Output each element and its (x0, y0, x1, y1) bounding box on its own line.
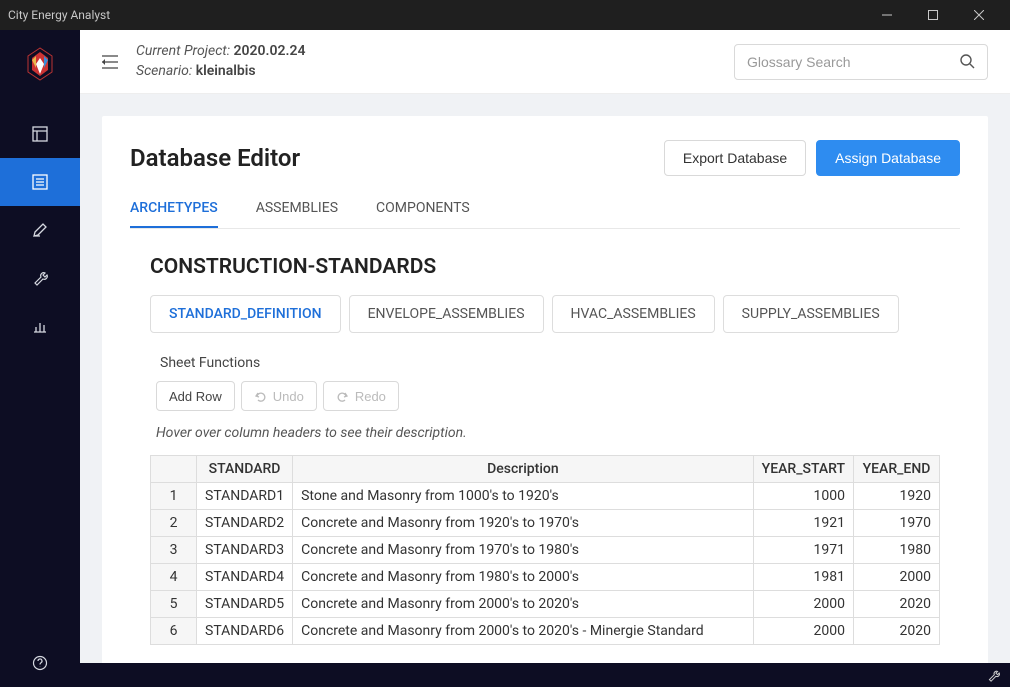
cell-year-start[interactable]: 1971 (753, 537, 853, 564)
cell-year-start[interactable]: 2000 (753, 618, 853, 645)
section-title: CONSTRUCTION-STANDARDS (150, 255, 940, 279)
col-year-end[interactable]: YEAR_END (854, 456, 940, 483)
search-icon (960, 54, 975, 69)
row-number: 6 (151, 618, 197, 645)
maximize-button[interactable] (910, 0, 956, 30)
collapse-sidebar-button[interactable] (102, 55, 118, 69)
page-title: Database Editor (130, 144, 654, 172)
standards-table: STANDARD Description YEAR_START YEAR_END… (150, 455, 940, 645)
table-row[interactable]: 1STANDARD1Stone and Masonry from 1000's … (151, 483, 940, 510)
pencil-icon (32, 222, 48, 238)
cell-description[interactable]: Concrete and Masonry from 1980's to 2000… (293, 564, 754, 591)
cell-description[interactable]: Concrete and Masonry from 2000's to 2020… (293, 618, 754, 645)
subtab-supply-assemblies[interactable]: SUPPLY_ASSEMBLIES (723, 295, 899, 333)
tab-archetypes[interactable]: ARCHETYPES (130, 190, 218, 228)
cell-year-end[interactable]: 2020 (854, 591, 940, 618)
table-row[interactable]: 5STANDARD5Concrete and Masonry from 2000… (151, 591, 940, 618)
glossary-search[interactable] (734, 44, 988, 80)
row-number: 3 (151, 537, 197, 564)
nav-item-help[interactable] (0, 639, 80, 687)
cell-standard[interactable]: STANDARD4 (197, 564, 293, 591)
nav-item-database[interactable] (0, 158, 80, 206)
menu-toggle-icon (102, 55, 118, 69)
cell-year-end[interactable]: 1970 (854, 510, 940, 537)
cell-standard[interactable]: STANDARD2 (197, 510, 293, 537)
subtab-envelope-assemblies[interactable]: ENVELOPE_ASSEMBLIES (349, 295, 544, 333)
cell-year-end[interactable]: 1980 (854, 537, 940, 564)
page-header: Current Project: 2020.02.24 Scenario: kl… (80, 30, 1010, 94)
nav-item-chart[interactable] (0, 302, 80, 350)
add-row-button[interactable]: Add Row (156, 381, 235, 411)
undo-button[interactable]: Undo (241, 381, 317, 411)
minimize-button[interactable] (864, 0, 910, 30)
scenario-label: Scenario: (136, 63, 196, 79)
col-rownum (151, 456, 197, 483)
nav-item-edit[interactable] (0, 206, 80, 254)
help-icon (32, 655, 48, 671)
row-number: 5 (151, 591, 197, 618)
titlebar: City Energy Analyst (0, 0, 1010, 30)
cell-standard[interactable]: STANDARD6 (197, 618, 293, 645)
cell-description[interactable]: Concrete and Masonry from 1970's to 1980… (293, 537, 754, 564)
assign-database-button[interactable]: Assign Database (816, 140, 960, 176)
undo-icon (254, 390, 267, 403)
tab-assemblies[interactable]: ASSEMBLIES (256, 190, 338, 228)
cell-description[interactable]: Concrete and Masonry from 2000's to 2020… (293, 591, 754, 618)
wrench-icon (32, 270, 48, 286)
layout-icon (32, 126, 48, 142)
table-row[interactable]: 4STANDARD4Concrete and Masonry from 1980… (151, 564, 940, 591)
content-area: Database Editor Export Database Assign D… (80, 94, 1010, 663)
sheet-functions-label: Sheet Functions (160, 355, 940, 371)
app-logo (20, 44, 60, 84)
subtab-standard-definition[interactable]: STANDARD_DEFINITION (150, 295, 341, 333)
redo-button[interactable]: Redo (323, 381, 399, 411)
table-row[interactable]: 6STANDARD6Concrete and Masonry from 2000… (151, 618, 940, 645)
cell-year-end[interactable]: 1920 (854, 483, 940, 510)
row-number: 4 (151, 564, 197, 591)
cell-year-end[interactable]: 2020 (854, 618, 940, 645)
cell-standard[interactable]: STANDARD3 (197, 537, 293, 564)
nav-item-tools[interactable] (0, 254, 80, 302)
wrench-status-icon[interactable] (987, 669, 1000, 682)
cell-description[interactable]: Stone and Masonry from 1000's to 1920's (293, 483, 754, 510)
redo-icon (336, 390, 349, 403)
cell-year-start[interactable]: 1981 (753, 564, 853, 591)
nav-item-dashboard[interactable] (0, 110, 80, 158)
cell-year-end[interactable]: 2000 (854, 564, 940, 591)
status-bar (80, 663, 1010, 687)
main-tabs: ARCHETYPES ASSEMBLIES COMPONENTS (130, 190, 960, 229)
window-title: City Energy Analyst (8, 8, 864, 22)
table-row[interactable]: 2STANDARD2Concrete and Masonry from 1920… (151, 510, 940, 537)
col-year-start[interactable]: YEAR_START (753, 456, 853, 483)
list-icon (32, 174, 48, 190)
subtab-hvac-assemblies[interactable]: HVAC_ASSEMBLIES (552, 295, 715, 333)
cell-standard[interactable]: STANDARD1 (197, 483, 293, 510)
cell-standard[interactable]: STANDARD5 (197, 591, 293, 618)
table-row[interactable]: 3STANDARD3Concrete and Masonry from 1970… (151, 537, 940, 564)
column-hint: Hover over column headers to see their d… (156, 425, 940, 441)
cell-year-start[interactable]: 1000 (753, 483, 853, 510)
col-description[interactable]: Description (293, 456, 754, 483)
cell-year-start[interactable]: 1921 (753, 510, 853, 537)
sub-tabs: STANDARD_DEFINITION ENVELOPE_ASSEMBLIES … (150, 295, 940, 333)
row-number: 1 (151, 483, 197, 510)
close-button[interactable] (956, 0, 1002, 30)
sidebar (0, 30, 80, 687)
row-number: 2 (151, 510, 197, 537)
cell-year-start[interactable]: 2000 (753, 591, 853, 618)
cell-description[interactable]: Concrete and Masonry from 1920's to 1970… (293, 510, 754, 537)
tab-components[interactable]: COMPONENTS (376, 190, 470, 228)
col-standard[interactable]: STANDARD (197, 456, 293, 483)
export-database-button[interactable]: Export Database (664, 140, 806, 176)
bar-chart-icon (32, 318, 48, 334)
scenario-value: kleinalbis (196, 63, 256, 79)
project-value: 2020.02.24 (234, 43, 306, 59)
project-label: Current Project: (136, 43, 234, 59)
search-input[interactable] (747, 54, 960, 70)
